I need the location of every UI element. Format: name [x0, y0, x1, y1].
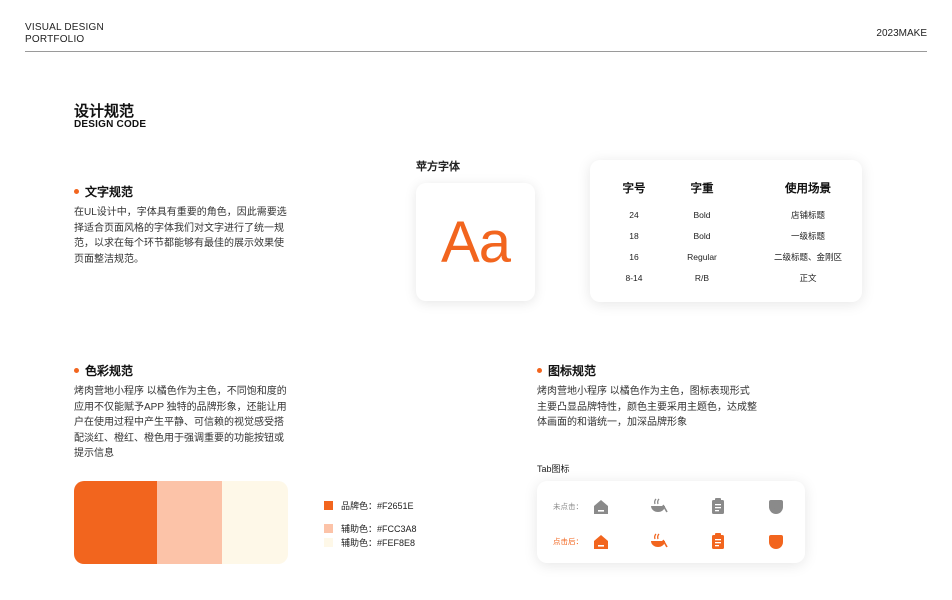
profile-icon[interactable] — [767, 533, 785, 551]
text-spec-heading-label: 文字规范 — [85, 184, 134, 199]
table-header-usage: 使用场景 — [785, 183, 831, 195]
home-icon[interactable] — [592, 498, 610, 516]
table-cell: R/B — [694, 273, 710, 283]
icon-spec-body: 烤肉营地小程序 以橘色作为主色，图标表现形式主要凸显品牌特性，颜色主要采用主题色… — [537, 386, 757, 428]
swatch-brand — [74, 481, 157, 564]
table-col-size: 字号 24 18 16 8-14 — [604, 181, 664, 289]
bullet-dot — [74, 188, 79, 194]
portfolio-header: VISUAL DESIGN PORTFOLIO — [25, 22, 104, 46]
color-spec-heading: 色彩规范 — [74, 362, 289, 378]
text-spec-body: 在UL设计中，字体具有重要的角色，因此需要选择适合页面风格的字体我们对文字进行了… — [74, 207, 287, 265]
row-label-unclicked: 未点击： — [553, 502, 583, 511]
table-header-weight: 字重 — [690, 183, 714, 195]
text-spec-heading: 文字规范 — [74, 183, 289, 199]
icon-spec-block: 图标规范 烤肉营地小程序 以橘色作为主色，图标表现形式主要凸显品牌特性，颜色主要… — [537, 362, 757, 431]
page-subtitle: DESIGN CODE — [74, 119, 147, 130]
legend-aux-1: 辅助色：#FCC3A8 — [324, 522, 417, 535]
header-year: 2023MAKE — [876, 28, 927, 39]
tab-icons-card: 未点击： 点击后： — [537, 481, 805, 563]
legend-brand: 品牌色：#F2651E — [324, 499, 414, 512]
clipboard-icon[interactable] — [709, 497, 727, 515]
icon-spec-heading-label: 图标规范 — [548, 363, 597, 378]
bowl-icon[interactable] — [650, 532, 668, 550]
table-cell: 24 — [629, 210, 639, 220]
table-cell: 16 — [629, 252, 639, 262]
legend-swatch — [324, 524, 333, 533]
table-header-size: 字号 — [622, 183, 646, 195]
table-cell: 二级标题、金刚区 — [773, 252, 842, 262]
table-cell: 8-14 — [625, 273, 643, 283]
legend-label: 品牌色：#F2651E — [341, 501, 414, 511]
icon-spec-heading: 图标规范 — [537, 362, 757, 378]
header-title-line2: PORTFOLIO — [25, 34, 85, 45]
font-table: 字号 24 18 16 8-14 字重 Bold Bold Regular R/… — [590, 160, 862, 302]
color-swatches — [74, 481, 288, 564]
table-cell: Regular — [687, 252, 717, 262]
font-sample-card: Aa — [416, 183, 535, 301]
page-title: 设计规范 — [74, 103, 135, 120]
table-col-usage: 使用场景 店铺标题 一级标题 二级标题、金刚区 正文 — [764, 181, 852, 289]
legend-label: 辅助色：#FCC3A8 — [341, 524, 417, 534]
profile-icon[interactable] — [767, 498, 785, 516]
color-spec-heading-label: 色彩规范 — [85, 363, 134, 378]
bullet-dot — [74, 367, 79, 373]
table-cell: 店铺标题 — [790, 210, 825, 220]
text-spec-block: 文字规范 在UL设计中，字体具有重要的角色，因此需要选择适合页面风格的字体我们对… — [74, 183, 289, 267]
table-col-weight: 字重 Bold Bold Regular R/B — [672, 181, 732, 289]
legend-label: 辅助色：#FEF8E8 — [341, 538, 416, 548]
bowl-icon[interactable] — [650, 497, 668, 515]
swatch-aux-2 — [222, 481, 288, 564]
legend-aux-2: 辅助色：#FEF8E8 — [324, 536, 415, 549]
font-label: 苹方字体 — [416, 161, 460, 173]
table-cell: 一级标题 — [790, 231, 825, 241]
legend-swatch — [324, 501, 333, 510]
tab-icons-label: Tab图标 — [537, 464, 570, 474]
header-title-line1: VISUAL DESIGN — [25, 22, 104, 33]
home-icon[interactable] — [592, 533, 610, 551]
row-label-clicked: 点击后： — [553, 537, 583, 546]
color-spec-body: 烤肉营地小程序 以橘色作为主色，不同饱和度的应用不仅能赋予APP 独特的品牌形象… — [74, 386, 287, 459]
font-sample: Aa — [441, 209, 511, 275]
swatch-aux-1 — [157, 481, 222, 564]
legend-swatch — [324, 538, 333, 547]
color-spec-block: 色彩规范 烤肉营地小程序 以橘色作为主色，不同饱和度的应用不仅能赋予APP 独特… — [74, 362, 289, 462]
table-cell: 18 — [629, 231, 639, 241]
clipboard-icon[interactable] — [709, 532, 727, 550]
bullet-dot — [537, 367, 542, 373]
header-divider — [25, 51, 927, 52]
table-cell: Bold — [693, 210, 711, 220]
table-cell: Bold — [693, 231, 711, 241]
table-cell: 正文 — [799, 273, 817, 283]
